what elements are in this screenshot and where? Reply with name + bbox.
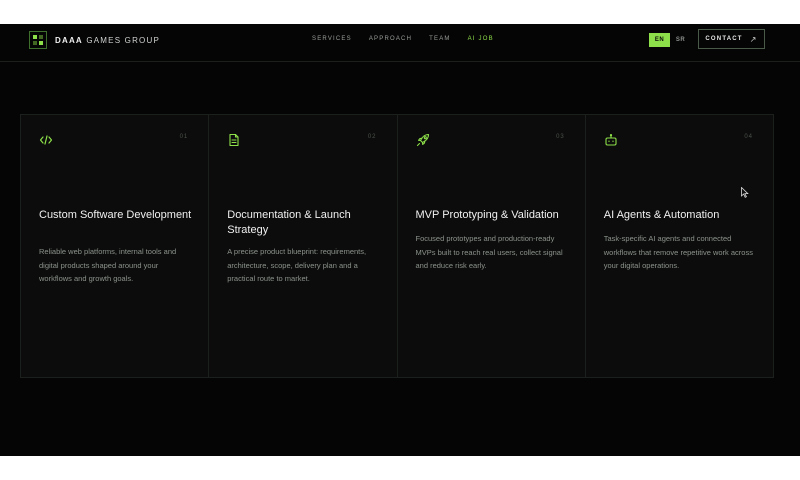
card-number: 04 (744, 134, 753, 140)
brand-name: DAAA GAMES GROUP (55, 35, 160, 45)
arrow-up-right-icon: ↗ (749, 34, 758, 44)
nav-ai-job[interactable]: AI JOB (468, 36, 494, 42)
card-number: 02 (367, 134, 377, 140)
service-card[interactable]: 01 Custom Software Development Reliable … (21, 115, 210, 377)
page-viewport: DAAA GAMES GROUP SERVICES APPROACH TEAM … (0, 24, 800, 456)
brand[interactable]: DAAA GAMES GROUP (29, 31, 160, 49)
services-grid: 01 Custom Software Development Reliable … (20, 114, 774, 378)
language-switcher: EN SR (649, 33, 691, 47)
card-number: 03 (556, 134, 565, 140)
lang-sr-button[interactable]: SR (670, 33, 691, 47)
nav-services[interactable]: SERVICES (312, 36, 352, 42)
card-number: 01 (179, 134, 189, 140)
card-title: AI Agents & Automation (603, 209, 720, 221)
card-title: Custom Software Development (39, 209, 192, 221)
site-header: DAAA GAMES GROUP SERVICES APPROACH TEAM … (0, 24, 800, 62)
service-card[interactable]: 04 AI Agents & Automation Task-specific … (585, 115, 773, 377)
service-card[interactable]: 03 MVP Prototyping & Validation Focused … (397, 115, 586, 377)
mouse-pointer-icon (741, 187, 749, 198)
logo-icon (29, 31, 47, 49)
card-description: Reliable web platforms, internal tools a… (39, 247, 177, 283)
card-title: MVP Prototyping & Validation (415, 209, 559, 221)
main-nav: SERVICES APPROACH TEAM AI JOB (312, 36, 494, 42)
document-icon (229, 133, 239, 147)
card-title: Documentation & Launch Strategy (227, 209, 351, 236)
nav-approach[interactable]: APPROACH (369, 36, 412, 42)
contact-label: CONTACT (705, 36, 743, 42)
service-card[interactable]: 02 Documentation & Launch Strategy A pre… (209, 115, 398, 377)
card-description: Focused prototypes and production-ready … (415, 234, 563, 270)
card-description: Task-specific AI agents and connected wo… (603, 234, 753, 270)
contact-button[interactable]: CONTACT ↗ (698, 29, 765, 49)
lang-en-button[interactable]: EN (649, 33, 670, 47)
nav-team[interactable]: TEAM (429, 36, 450, 42)
rocket-icon (416, 133, 429, 147)
card-description: A precise product blueprint: requirement… (227, 247, 367, 283)
robot-icon (605, 134, 617, 146)
code-icon (39, 135, 53, 145)
